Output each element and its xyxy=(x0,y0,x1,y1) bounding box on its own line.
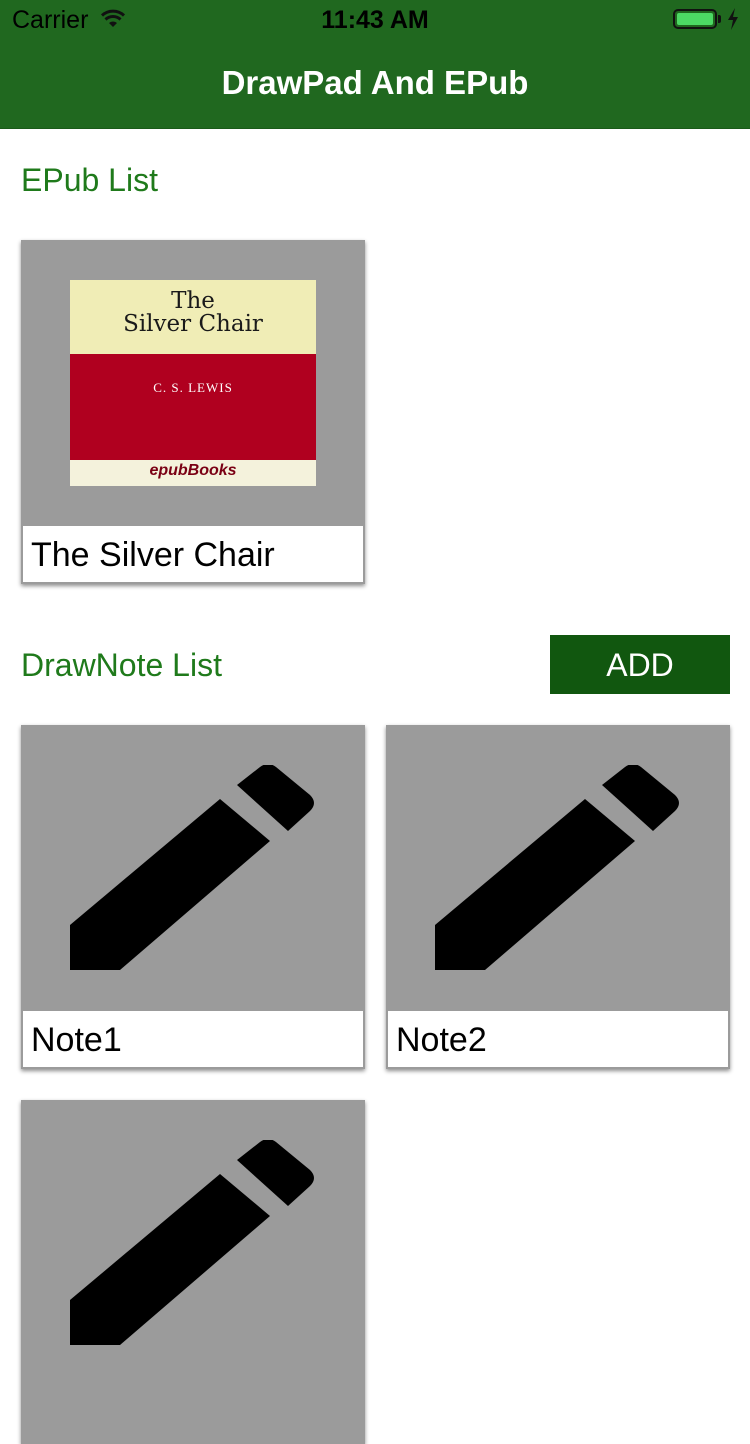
navigation-bar: Carrier 11:43 AM DrawPad And EPub xyxy=(0,0,750,129)
pencil-icon xyxy=(435,765,679,970)
note-card-title: Note1 xyxy=(23,1011,363,1067)
cover-publisher: epubBooks xyxy=(149,462,237,479)
cover-author: C. S. LEWIS xyxy=(153,380,233,395)
add-note-button[interactable]: ADD xyxy=(550,635,730,694)
cover-title-line2: Silver Chair xyxy=(123,311,263,337)
note-card-title: Note2 xyxy=(388,1011,728,1067)
pencil-icon xyxy=(70,765,314,970)
charging-bolt-icon xyxy=(726,7,740,36)
note-card[interactable] xyxy=(21,1100,365,1444)
epub-card[interactable]: The Silver Chair C. S. LEWIS epubBooks T… xyxy=(21,240,365,584)
book-cover: The Silver Chair C. S. LEWIS epubBooks xyxy=(70,280,316,486)
cover-title-line1: The xyxy=(171,288,215,314)
status-time: 11:43 AM xyxy=(321,6,429,34)
drawnote-list-heading: DrawNote List xyxy=(21,647,222,683)
epub-card-title: The Silver Chair xyxy=(23,526,363,582)
page-title: DrawPad And EPub xyxy=(221,64,529,101)
note-card[interactable]: Note1 xyxy=(21,725,365,1069)
note-card[interactable]: Note2 xyxy=(386,725,730,1069)
status-bar: Carrier 11:43 AM xyxy=(0,0,750,40)
battery-tip xyxy=(718,15,721,23)
battery-icon xyxy=(673,9,717,29)
pencil-icon xyxy=(70,1140,314,1345)
epub-list-heading: EPub List xyxy=(21,162,158,198)
cover-title: The Silver Chair xyxy=(70,290,316,336)
